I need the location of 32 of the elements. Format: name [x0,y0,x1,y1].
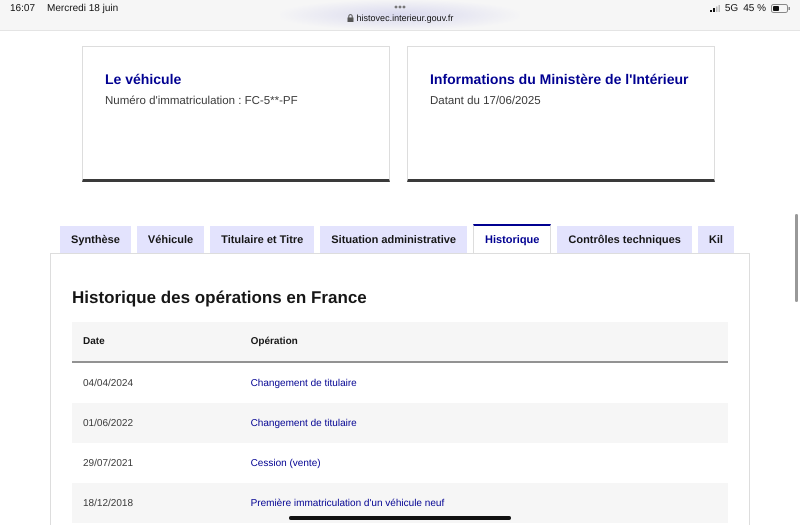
network-label: 5G [724,3,738,14]
operation-link[interactable]: Changement de titulaire [240,378,728,388]
section-title: Historique des opérations en France [72,288,368,308]
column-header: Date [82,336,106,347]
tab[interactable]: Véhicule [136,226,204,253]
tab[interactable]: Titulaire et Titre [210,226,314,253]
card-title[interactable]: Informations du Ministère de l'Intérieur [430,69,692,89]
card-text: Numéro d'immatriculation : FC-5**-PF [105,95,299,107]
tab[interactable]: Situation administrative [320,226,467,253]
tab[interactable]: Historique [473,224,552,253]
card-title[interactable]: Le véhicule [105,69,367,89]
operation-link[interactable]: Cession (vente) [240,458,728,468]
tab[interactable]: Synthèse [60,226,131,253]
more-icon[interactable] [394,5,406,9]
date-cell-text: 18/12/2018 [82,498,134,508]
operation-link[interactable]: Changement de titulaire [240,418,728,428]
date-cell-text: 01/06/2022 [82,418,134,428]
scrollbar-icon [795,214,798,302]
date-cell-text: 04/04/2024 [82,378,134,388]
operation-link[interactable]: Première immatriculation d'un véhicule neuf [240,498,728,508]
lock-icon [346,14,354,22]
status-date: Mercredi 18 juin [47,3,118,14]
signal-icon [710,5,720,12]
battery-percent: 45 % [743,3,766,14]
tab[interactable]: Contrôles techniques [557,226,692,253]
tab[interactable]: Kil [698,226,734,253]
url-text[interactable]: histovec.interieur.gouv.fr [356,13,454,23]
column-header: Opération [250,336,299,347]
card-text: Datant du 17/06/2025 [430,95,542,107]
battery-icon [771,4,790,13]
date-cell-text: 29/07/2021 [82,458,134,468]
status-time: 16:07 [10,3,36,14]
